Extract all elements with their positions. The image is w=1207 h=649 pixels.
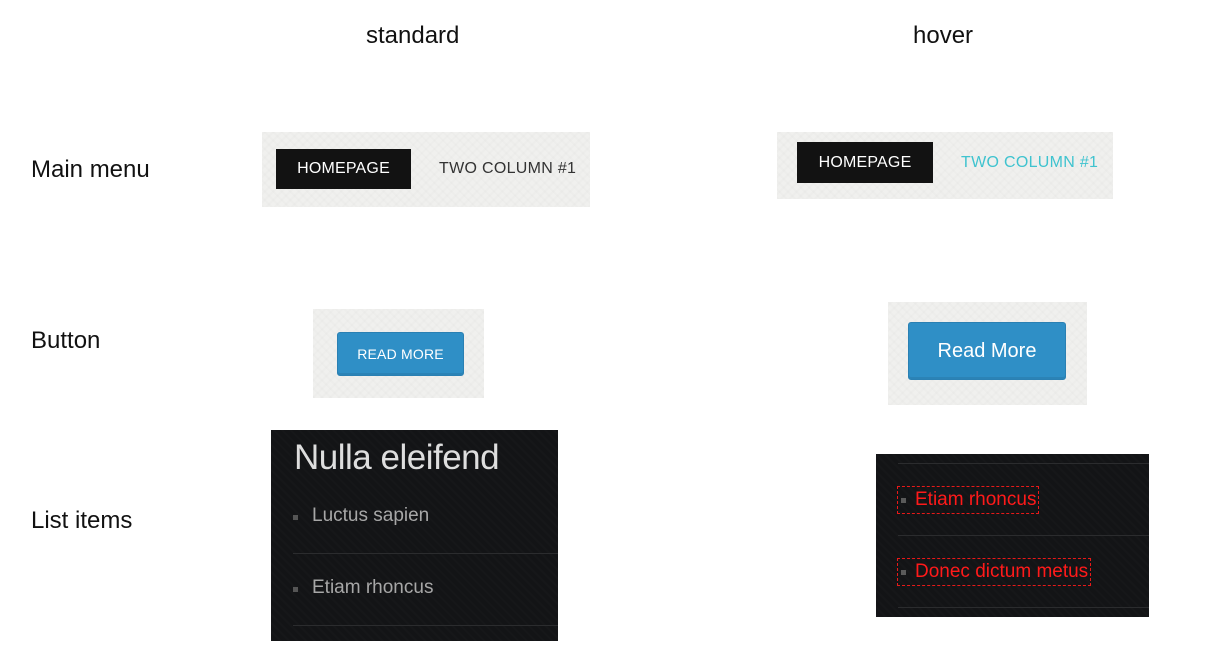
column-header-hover: hover: [913, 22, 974, 49]
list-item-hover[interactable]: Donec dictum metus: [897, 558, 1092, 586]
menu-item-two-column-hover[interactable]: TWO COLUMN #1: [961, 142, 1098, 183]
main-menu-standard: HOMEPAGE TWO COLUMN #1: [262, 132, 590, 207]
list-standard-panel: Nulla eleifend Luctus sapien Etiam rhonc…: [271, 430, 558, 641]
list-item-label: Etiam rhoncus: [312, 577, 434, 598]
list-item-label: Donec dictum metus: [915, 561, 1089, 582]
list-divider: [898, 463, 1149, 464]
row-label-main-menu: Main menu: [31, 156, 150, 183]
list-item[interactable]: Etiam rhoncus: [293, 577, 558, 601]
menu-item-homepage-hover[interactable]: HOMEPAGE: [797, 142, 933, 183]
bullet-icon: [901, 569, 906, 575]
bullet-icon: [293, 587, 298, 592]
read-more-button[interactable]: READ MORE: [337, 332, 464, 376]
list-divider: [898, 607, 1149, 608]
list-title: Nulla eleifend: [294, 438, 500, 477]
menu-item-two-column[interactable]: TWO COLUMN #1: [439, 149, 576, 189]
bullet-icon: [901, 497, 906, 503]
bullet-icon: [293, 515, 298, 520]
read-more-button-hover[interactable]: Read More: [908, 322, 1066, 380]
list-item[interactable]: Luctus sapien: [293, 505, 558, 529]
menu-item-homepage[interactable]: HOMEPAGE: [276, 149, 411, 189]
list-divider: [293, 553, 558, 554]
column-header-standard: standard: [366, 22, 460, 49]
list-divider: [293, 625, 558, 626]
list-item-label: Luctus sapien: [312, 505, 430, 526]
main-menu-hover: HOMEPAGE TWO COLUMN #1: [777, 132, 1113, 199]
row-label-list-items: List items: [31, 507, 133, 534]
row-label-button: Button: [31, 327, 101, 354]
list-divider: [898, 535, 1149, 536]
list-item-label: Etiam rhoncus: [915, 489, 1037, 510]
button-hover-panel: Read More: [888, 302, 1087, 405]
list-item-hover[interactable]: Etiam rhoncus: [897, 486, 1040, 514]
list-hover-panel: Etiam rhoncus Donec dictum metus: [876, 454, 1149, 617]
button-standard-panel: READ MORE: [313, 309, 484, 398]
